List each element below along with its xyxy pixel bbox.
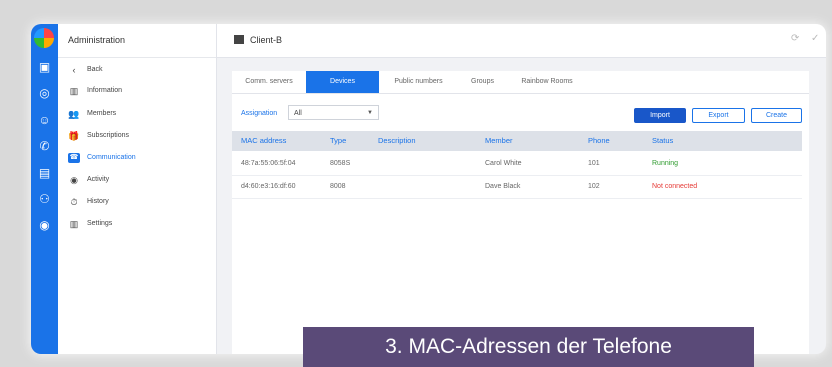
- member-cell: Dave Black: [485, 183, 521, 190]
- column-header[interactable]: Phone: [588, 131, 610, 151]
- status-cell: Not connected: [652, 183, 698, 190]
- app-rail: ▣ ◎ ☺ ✆ ▤ ⚇ ◉: [31, 24, 58, 354]
- assignation-label: Assignation: [241, 110, 278, 117]
- building-icon: ▥: [69, 219, 79, 229]
- phone-icon: ☎: [68, 153, 80, 163]
- mac-address-cell: 48:7a:55:06:5f:04: [241, 160, 296, 167]
- page-header: Client-B ⟳ ✓: [217, 24, 826, 58]
- people-icon: 👥: [68, 109, 80, 119]
- type-cell: 8058S: [330, 160, 351, 167]
- sidebar-item-label: Members: [87, 110, 117, 117]
- sidebar-item-label: Information: [87, 87, 123, 94]
- caret-down-icon: ▼: [367, 110, 373, 116]
- sidebar-item-members[interactable]: 👥 Members: [68, 105, 116, 123]
- tab-groups[interactable]: Groups: [458, 71, 507, 93]
- export-button[interactable]: Export: [692, 108, 745, 123]
- sidebar-item-label: Subscriptions: [87, 132, 130, 139]
- member-cell: Carol White: [485, 160, 522, 167]
- table-row[interactable]: d4:60:e3:16:df:60 8008 Dave Black 102 No…: [232, 175, 802, 199]
- sidebar-item-settings[interactable]: ▥ Settings: [68, 215, 113, 233]
- phone-cell: 101: [588, 160, 600, 167]
- screenshot-frame: ▣ ◎ ☺ ✆ ▤ ⚇ ◉ Administration ‹ Back ▥ In…: [0, 0, 832, 367]
- tab-bar: Comm. servers Devices Public numbers Gro…: [232, 71, 809, 94]
- sidebar-item-label: Back: [87, 66, 103, 73]
- sidebar-item-subscriptions[interactable]: 🎁 Subscriptions: [68, 127, 129, 145]
- rail-admin-icon[interactable]: ◉: [37, 218, 52, 233]
- rail-calls-icon[interactable]: ✆: [37, 139, 52, 154]
- company-name: Client-B: [250, 35, 283, 45]
- app-window: ▣ ◎ ☺ ✆ ▤ ⚇ ◉ Administration ‹ Back ▥ In…: [31, 24, 826, 354]
- status-cell: Running: [652, 160, 679, 167]
- sidebar-title: Administration: [58, 24, 216, 58]
- assignation-select[interactable]: All ▼: [288, 105, 379, 120]
- sidebar-item-label: Communication: [87, 154, 136, 161]
- sidebar-item-back[interactable]: ‹ Back: [68, 61, 103, 79]
- building-icon: ▥: [69, 86, 79, 96]
- sidebar-item-history[interactable]: ⏱ History: [68, 193, 109, 211]
- chevron-left-icon: ‹: [72, 65, 76, 75]
- caption-text: 3. MAC-Adressen der Telefone: [385, 335, 672, 358]
- check-icon[interactable]: ✓: [811, 33, 819, 44]
- refresh-icon[interactable]: ⟳: [791, 33, 799, 44]
- building-icon: [234, 35, 244, 44]
- table-row[interactable]: 48:7a:55:06:5f:04 8058S Carol White 101 …: [232, 152, 802, 176]
- import-button[interactable]: Import: [634, 108, 686, 123]
- clock-icon: ⏱: [70, 197, 78, 207]
- create-button[interactable]: Create: [751, 108, 802, 123]
- caption-banner: 3. MAC-Adressen der Telefone: [303, 327, 754, 367]
- mac-address-cell: d4:60:e3:16:df:60: [241, 183, 296, 190]
- sidebar-item-information[interactable]: ▥ Information: [68, 82, 122, 100]
- column-header[interactable]: Status: [652, 131, 673, 151]
- page-title: Client-B: [234, 24, 282, 57]
- column-header[interactable]: MAC address: [241, 131, 286, 151]
- tab-comm-servers[interactable]: Comm. servers: [232, 71, 306, 93]
- admin-sidebar: Administration ‹ Back ▥ Information 👥 Me…: [58, 24, 217, 354]
- devices-panel: Comm. servers Devices Public numbers Gro…: [232, 71, 809, 354]
- phone-cell: 102: [588, 183, 600, 190]
- tab-public-numbers[interactable]: Public numbers: [379, 71, 458, 93]
- column-header[interactable]: Member: [485, 131, 513, 151]
- type-cell: 8008: [330, 183, 346, 190]
- activity-icon: ◉: [70, 175, 78, 185]
- rail-conversations-icon[interactable]: ▣: [37, 60, 52, 75]
- assignation-value: All: [294, 110, 302, 117]
- sidebar-item-label: History: [87, 198, 109, 205]
- rail-contacts-icon[interactable]: ☺: [37, 113, 52, 128]
- column-header[interactable]: Description: [378, 131, 416, 151]
- tab-devices[interactable]: Devices: [306, 71, 379, 93]
- rail-bubbles-icon[interactable]: ◎: [37, 86, 52, 101]
- table-header: MAC address Type Description Member Phon…: [232, 131, 802, 151]
- sidebar-item-label: Settings: [87, 220, 113, 227]
- tab-rainbow-rooms[interactable]: Rainbow Rooms: [507, 71, 587, 93]
- column-header[interactable]: Type: [330, 131, 346, 151]
- rail-files-icon[interactable]: ▤: [37, 166, 52, 181]
- sidebar-item-activity[interactable]: ◉ Activity: [68, 171, 109, 189]
- gift-icon: 🎁: [68, 131, 80, 141]
- sidebar-item-label: Activity: [87, 176, 110, 183]
- rainbow-logo-icon: [34, 28, 54, 48]
- sidebar-item-communication[interactable]: ☎ Communication: [68, 149, 136, 167]
- rail-network-icon[interactable]: ⚇: [37, 192, 52, 207]
